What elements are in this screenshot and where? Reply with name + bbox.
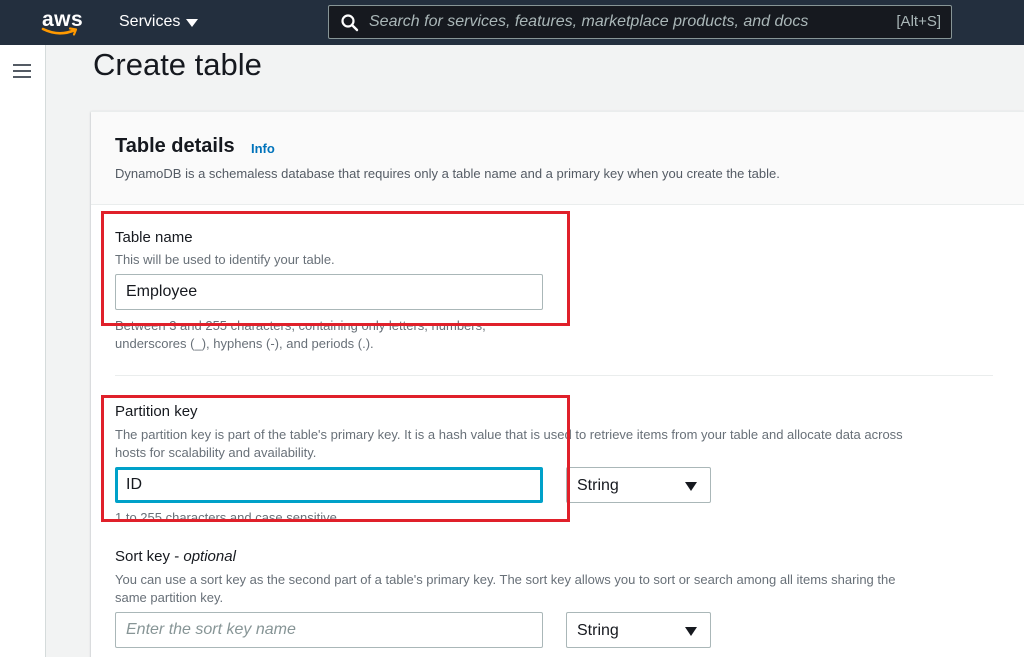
- partition-key-label: Partition key: [115, 403, 198, 420]
- sort-key-description-line-2: same partition key.: [115, 590, 224, 605]
- search-input[interactable]: [369, 7, 869, 37]
- sort-key-description-line-1: You can use a sort key as the second par…: [115, 572, 896, 587]
- sort-key-label: Sort key - optional: [115, 548, 236, 565]
- partition-key-type-select[interactable]: String: [566, 467, 711, 503]
- table-name-input[interactable]: [115, 274, 543, 310]
- select-caret-icon: [685, 627, 697, 636]
- aws-logo-icon[interactable]: aws: [40, 6, 84, 38]
- section-divider: [115, 375, 993, 376]
- page-title: Create table: [93, 47, 262, 82]
- search-shortcut-hint: [Alt+S]: [896, 13, 941, 30]
- top-navigation-bar: aws Services [Alt+S]: [0, 0, 1024, 45]
- sort-key-label-text: Sort key: [115, 548, 171, 565]
- select-caret-icon: [685, 482, 697, 491]
- partition-key-description-line-1: The partition key is part of the table's…: [115, 427, 903, 442]
- table-name-constraint-line-1: Between 3 and 255 characters, containing…: [115, 318, 486, 333]
- partition-key-input[interactable]: [115, 467, 543, 503]
- sort-key-optional-tag: optional: [183, 548, 236, 565]
- partition-key-description-line-2: hosts for scalability and availability.: [115, 445, 317, 460]
- sort-key-type-value: String: [577, 622, 619, 639]
- partition-key-type-value: String: [577, 477, 619, 494]
- sort-key-type-select[interactable]: String: [566, 612, 711, 648]
- table-details-container: Table details Info DynamoDB is a schemal…: [91, 111, 1024, 657]
- services-menu-button[interactable]: Services: [119, 13, 199, 31]
- table-name-constraint-line-2: underscores (_), hyphens (-), and period…: [115, 336, 374, 351]
- caret-down-icon: [186, 19, 199, 27]
- side-navigation-strip: [0, 45, 46, 657]
- hamburger-menu-icon[interactable]: [13, 64, 31, 78]
- table-details-heading: Table details: [115, 135, 235, 157]
- search-icon: [341, 14, 359, 32]
- services-label: Services: [119, 13, 181, 30]
- partition-key-constraint: 1 to 255 characters and case sensitive.: [115, 510, 341, 525]
- global-search-box[interactable]: [Alt+S]: [328, 5, 952, 39]
- table-details-header: Table details Info DynamoDB is a schemal…: [91, 112, 1024, 205]
- aws-smile-icon: [41, 27, 78, 36]
- sort-key-input[interactable]: [115, 612, 543, 648]
- info-link[interactable]: Info: [251, 141, 275, 156]
- table-details-description: DynamoDB is a schemaless database that r…: [115, 166, 780, 181]
- table-name-label: Table name: [115, 229, 193, 246]
- table-name-description: This will be used to identify your table…: [115, 252, 335, 267]
